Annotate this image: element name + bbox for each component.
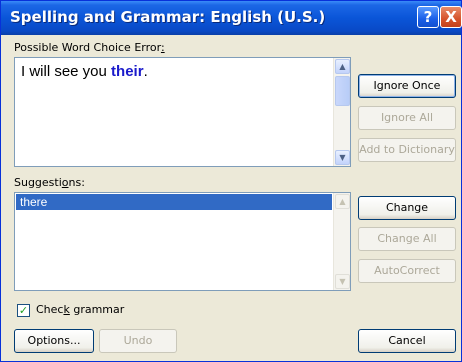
error-sentence: I will see you their. <box>21 63 148 80</box>
chevron-up-icon: ▲ <box>339 62 346 71</box>
ignore-all-button[interactable]: Ignore All <box>358 106 456 130</box>
options-button[interactable]: Options... <box>14 329 94 353</box>
error-box-scrollbar[interactable]: ▲ ▼ <box>333 58 350 166</box>
flagged-word: their <box>111 63 144 80</box>
check-grammar-checkbox[interactable]: ✓ <box>17 304 30 317</box>
scroll-down-button[interactable]: ▼ <box>335 150 350 165</box>
title-bar[interactable]: Spelling and Grammar: English (U.S.) ? X <box>1 1 462 35</box>
chevron-up-icon: ▲ <box>339 197 346 206</box>
add-to-dictionary-button[interactable]: Add to Dictionary <box>358 138 456 162</box>
undo-button[interactable]: Undo <box>99 329 177 353</box>
check-grammar-label[interactable]: Check grammar <box>36 303 124 316</box>
suggestions-scroll-down-button[interactable]: ▼ <box>335 274 350 289</box>
cancel-button[interactable]: Cancel <box>358 329 456 353</box>
spelling-grammar-dialog: Spelling and Grammar: English (U.S.) ? X… <box>0 0 462 362</box>
suggestions-label: Suggestions: <box>14 176 85 189</box>
help-button[interactable]: ? <box>417 6 439 28</box>
suggestion-item-selected[interactable]: there <box>16 194 332 210</box>
dialog-title: Spelling and Grammar: English (U.S.) <box>10 8 326 26</box>
help-icon: ? <box>423 8 433 26</box>
suggestions-list[interactable]: there ▲ ▼ <box>14 192 351 291</box>
close-button[interactable]: X <box>440 6 462 28</box>
scroll-thumb[interactable] <box>335 76 350 106</box>
error-section-label: Possible Word Choice Error: <box>14 41 165 54</box>
scroll-up-button[interactable]: ▲ <box>335 59 350 74</box>
close-icon: X <box>445 8 457 26</box>
autocorrect-button[interactable]: AutoCorrect <box>358 259 456 283</box>
change-button[interactable]: Change <box>358 196 456 220</box>
chevron-down-icon: ▼ <box>339 277 346 286</box>
suggestions-scrollbar[interactable]: ▲ ▼ <box>333 193 350 290</box>
change-all-button[interactable]: Change All <box>358 227 456 251</box>
ignore-once-button[interactable]: Ignore Once <box>358 74 456 98</box>
error-text-box[interactable]: I will see you their. ▲ ▼ <box>14 57 351 167</box>
chevron-down-icon: ▼ <box>339 153 346 162</box>
suggestions-scroll-up-button[interactable]: ▲ <box>335 194 350 209</box>
checkmark-icon: ✓ <box>18 304 29 317</box>
